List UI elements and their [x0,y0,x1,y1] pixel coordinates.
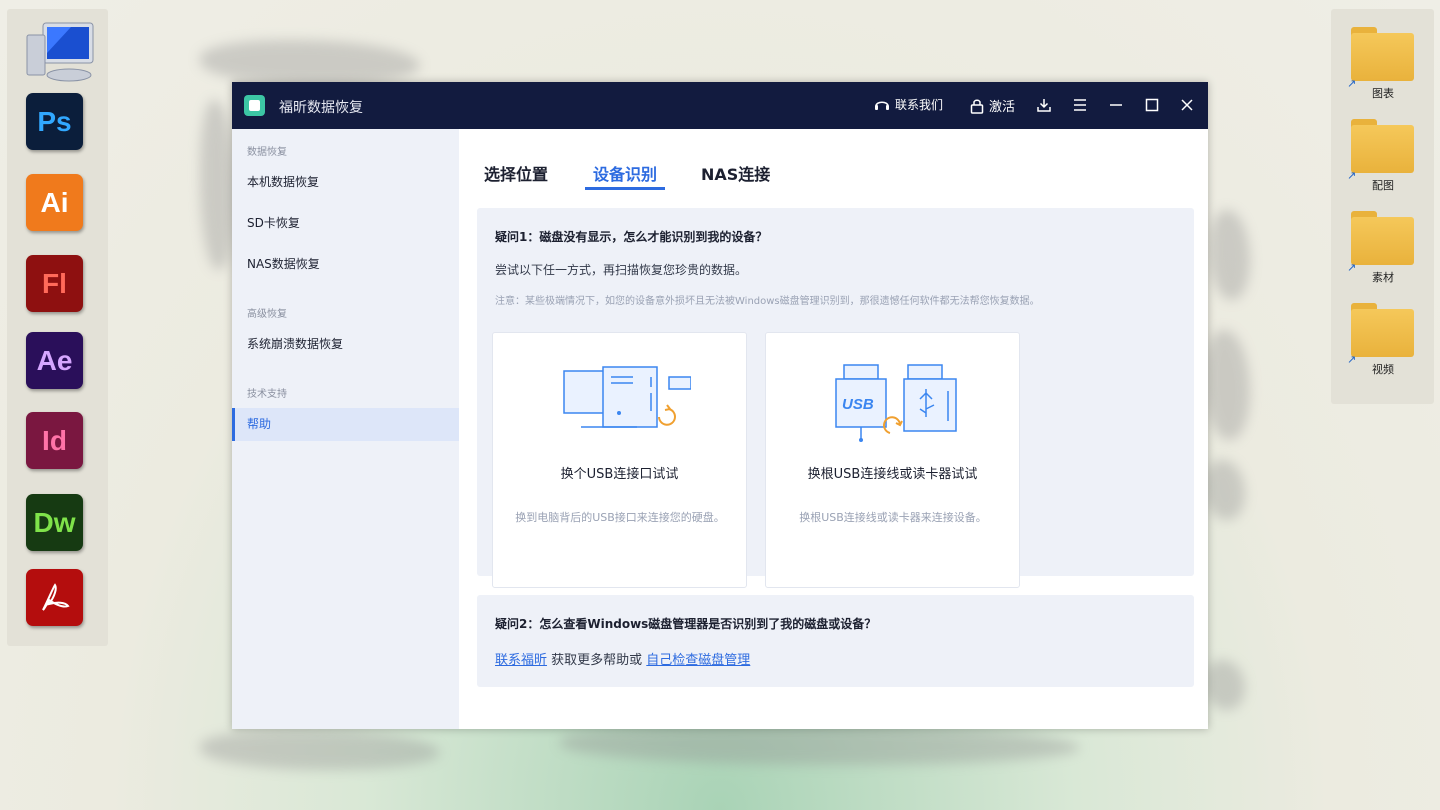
sidebar-item-help[interactable]: 帮助 [232,408,459,441]
activate-button[interactable]: 激活 [970,96,1015,115]
sidebar-group-support: 技术支持 [247,389,287,400]
close-icon[interactable] [1176,94,1198,116]
contact-us-button[interactable]: 联系我们 [874,96,943,113]
sidebar-group-advanced: 高级恢复 [247,309,287,320]
folder-label: 图表 [1372,87,1394,100]
sidebar-item-system-crash[interactable]: 系统崩溃数据恢复 [232,328,459,361]
sidebar-item-nas-recovery[interactable]: NAS数据恢复 [232,248,459,281]
app-window: 福昕数据恢复 联系我们 激活 数据恢复 本机数据恢复 SD卡恢复 NAS数据恢复… [232,82,1208,729]
sidebar-group-recovery: 数据恢复 [247,147,287,158]
after-effects-icon[interactable]: Ae [26,332,83,389]
faq1-note: 注意：某些极端情况下，如您的设备意外损坏且无法被Windows磁盘管理识别到，那… [495,296,1040,307]
usb-text-icon: USB [842,396,874,413]
sidebar-item-local-recovery[interactable]: 本机数据恢复 [232,166,459,199]
folder-materials[interactable]: ↗ 素材 [1343,201,1423,284]
main-content: 选择位置 设备识别 NAS连接 疑问1：磁盘没有显示，怎么才能识别到我的设备？ … [459,129,1208,729]
folder-videos[interactable]: ↗ 视频 [1343,293,1423,376]
lock-icon [970,99,984,114]
faq2-help-line: 联系福昕 获取更多帮助或 自己检查磁盘管理 [495,649,750,668]
tab-device-recognition[interactable]: 设备识别 [593,161,657,185]
right-dock: ↗ 图表 ↗ 配图 ↗ 素材 ↗ 视频 [1331,9,1434,404]
maximize-icon[interactable] [1141,94,1163,116]
active-tab-indicator [585,187,665,190]
sidebar: 数据恢复 本机数据恢复 SD卡恢复 NAS数据恢复 高级恢复 系统崩溃数据恢复 … [232,129,459,729]
faq2-middle-text: 获取更多帮助或 [547,653,647,668]
folder-images[interactable]: ↗ 配图 [1343,109,1423,192]
folder-label: 配图 [1372,179,1394,192]
headset-icon [875,101,889,110]
activate-label: 激活 [989,100,1016,115]
illustrator-icon[interactable]: Ai [26,174,83,231]
sidebar-item-sd-recovery[interactable]: SD卡恢复 [232,207,459,240]
tab-nas-connection[interactable]: NAS连接 [701,161,770,185]
download-icon[interactable] [1033,94,1055,116]
tab-select-location[interactable]: 选择位置 [484,161,548,185]
title-bar: 福昕数据恢复 联系我们 激活 [232,82,1208,129]
menu-icon[interactable] [1069,94,1091,116]
computer-icon[interactable] [21,17,101,87]
faq2-title: 疑问2：怎么查看Windows磁盘管理器是否识别到了我的磁盘或设备？ [495,617,877,631]
app-logo-icon [244,95,265,116]
app-title: 福昕数据恢复 [279,100,363,116]
acrobat-glyph-icon [41,582,70,611]
indesign-icon[interactable]: Id [26,412,83,469]
faq1-text: 尝试以下任一方式，再扫描恢复您珍贵的数据。 [495,263,748,277]
card-description: 换根USB连接线或读卡器来连接设备。 [799,511,987,524]
folder-label: 视频 [1372,363,1394,376]
minimize-icon[interactable] [1105,94,1127,116]
dreamweaver-icon[interactable]: Dw [26,494,83,551]
faq2-panel: 疑问2：怎么查看Windows磁盘管理器是否识别到了我的磁盘或设备？ 联系福昕 … [477,595,1194,687]
card-change-usb-port[interactable]: 换个USB连接口试试 换到电脑背后的USB接口来连接您的硬盘。 [492,332,747,588]
folder-label: 素材 [1372,271,1394,284]
card-title: 换个USB连接口试试 [560,467,679,482]
card-description: 换到电脑背后的USB接口来连接您的硬盘。 [515,511,725,524]
photoshop-icon[interactable]: Ps [26,93,83,150]
folder-charts[interactable]: ↗ 图表 [1343,17,1423,100]
computer-usb-icon [563,366,691,428]
check-disk-management-link[interactable]: 自己检查磁盘管理 [646,653,750,668]
left-dock: Ps Ai Fl Ae Id Dw [7,9,108,646]
card-title: 换根USB连接线或读卡器试试 [807,467,978,482]
card-change-usb-cable[interactable]: USB 换根USB连接线或读卡器试试 换根USB连接线或读卡器来连接设备。 [765,332,1020,588]
contact-foxit-link[interactable]: 联系福昕 [495,653,547,668]
faq1-title: 疑问1：磁盘没有显示，怎么才能识别到我的设备？ [495,230,768,244]
flash-icon[interactable]: Fl [26,255,83,312]
faq1-panel: 疑问1：磁盘没有显示，怎么才能识别到我的设备？ 尝试以下任一方式，再扫描恢复您珍… [477,208,1194,588]
acrobat-icon[interactable] [26,569,83,626]
contact-us-label: 联系我们 [895,98,944,112]
usb-cable-reader-icon: USB [835,364,957,442]
